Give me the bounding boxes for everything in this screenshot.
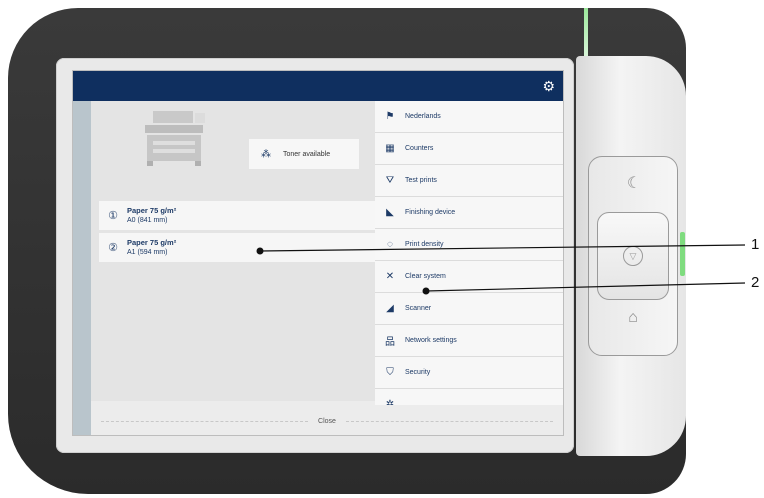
callout-1: 1 bbox=[751, 236, 760, 253]
callout-2: 2 bbox=[751, 274, 760, 291]
callout-lines bbox=[256, 244, 746, 295]
